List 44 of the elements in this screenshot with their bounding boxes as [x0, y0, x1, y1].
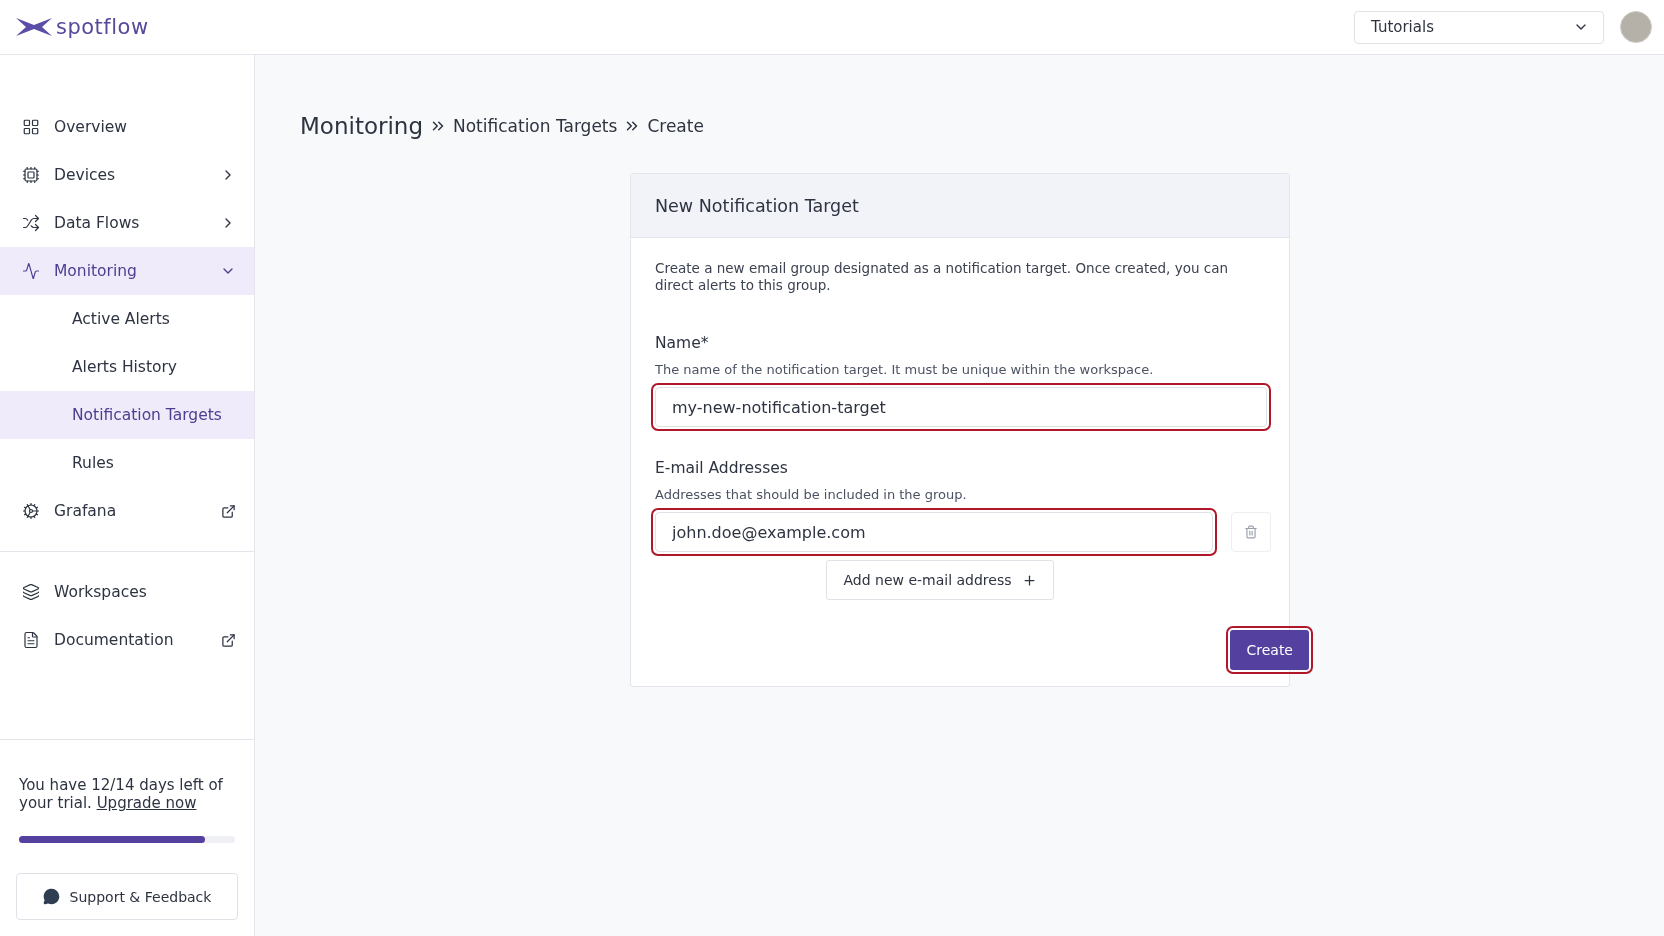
- nav-item[interactable]: Overview: [0, 103, 254, 151]
- field-hint: Addresses that should be included in the group.: [655, 487, 968, 502]
- shuffle-icon: [22, 214, 40, 232]
- field-hint: The name of the notification target. It must be unique within the workspace.: [655, 362, 1155, 377]
- nav-subitem[interactable]: Alerts History: [0, 343, 254, 391]
- nav-item[interactable]: Grafana: [0, 487, 254, 535]
- avatar[interactable]: [1620, 11, 1652, 43]
- nav-item[interactable]: Monitoring: [0, 247, 254, 295]
- upgrade-link[interactable]: Upgrade now: [96, 794, 197, 812]
- card-description: Create a new email group designated as a notification target. Once created, you can direct alerts to this group.: [655, 260, 1229, 294]
- support-button[interactable]: Support & Feedback: [16, 873, 238, 920]
- workspace-select[interactable]: Tutorials: [1354, 10, 1604, 44]
- nav-item[interactable]: Data Flows: [0, 199, 254, 247]
- trash-icon: [1244, 525, 1258, 539]
- create-button[interactable]: Create: [1230, 630, 1309, 670]
- add-email-button[interactable]: Add new e-mail address: [826, 560, 1054, 600]
- external-link-icon: [221, 632, 236, 648]
- trial-notice: You have 12/14 days left of your trial. Upgrade now: [19, 776, 224, 812]
- chip-icon: [22, 166, 40, 184]
- field-label: E-mail Addresses: [655, 459, 789, 477]
- nav-subitem[interactable]: Notification Targets: [0, 391, 254, 439]
- name-field[interactable]: my-new-notification-target: [651, 383, 1271, 431]
- document-icon: [22, 631, 40, 649]
- gear-icon: [22, 502, 40, 520]
- plus-icon: [1021, 572, 1037, 588]
- email-field[interactable]: john.doe@example.com: [651, 508, 1217, 556]
- nav-item[interactable]: Devices: [0, 151, 254, 199]
- nav-item[interactable]: Documentation: [0, 616, 254, 664]
- nav-subitem[interactable]: Active Alerts: [0, 295, 254, 343]
- logo-text: spotflow: [56, 15, 149, 39]
- logo-icon: [16, 17, 52, 37]
- nav-item[interactable]: Workspaces: [0, 568, 254, 616]
- chat-icon: [42, 888, 60, 905]
- card-title: New Notification Target: [631, 174, 1289, 238]
- breadcrumb-link[interactable]: Monitoring: [300, 113, 423, 139]
- pulse-icon: [22, 262, 40, 280]
- field-label: Name*: [655, 334, 710, 352]
- breadcrumb-link[interactable]: Create: [647, 116, 704, 136]
- grid-icon: [22, 118, 40, 136]
- layers-icon: [22, 583, 40, 601]
- nav-subitem[interactable]: Rules: [0, 439, 254, 487]
- external-link-icon: [221, 503, 236, 519]
- delete-button[interactable]: [1231, 512, 1271, 552]
- breadcrumb-link[interactable]: Notification Targets: [453, 116, 618, 136]
